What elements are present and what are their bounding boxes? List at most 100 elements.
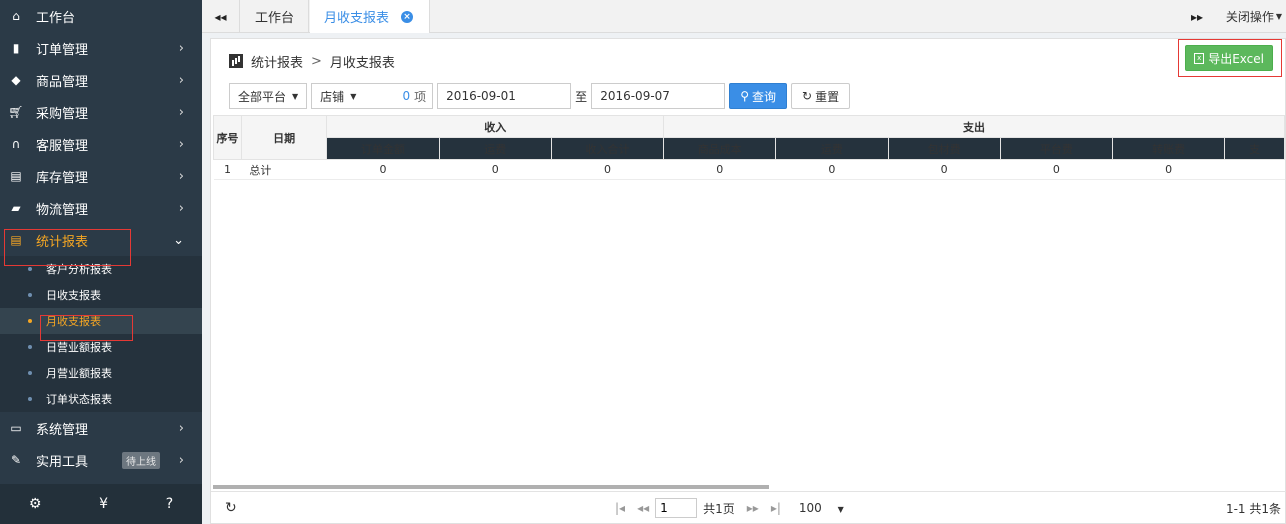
cell-index: 1	[213, 159, 242, 180]
chevron-right-icon: ›	[178, 200, 184, 216]
clipboard-icon: ▮	[12, 41, 20, 55]
cell-value: 0	[775, 159, 889, 180]
page-size-value: 100	[798, 501, 822, 515]
scroll-left-icon[interactable]: ◂◂	[202, 0, 240, 33]
tab-monthly-report[interactable]: 月收支报表 ×	[310, 0, 430, 33]
sidebar-subitem-monthly-income[interactable]: 月收支报表	[0, 308, 202, 334]
caret-down-icon: ▼	[350, 91, 357, 101]
sidebar-item-workbench[interactable]: ⌂ 工作台	[0, 0, 202, 32]
truck-icon: ▰	[11, 201, 21, 215]
sidebar: ⌂ 工作台 ▮ 订单管理 › ◆ 商品管理 › 🛒︎ 采购管理 › ∩ 客服管理…	[0, 0, 202, 524]
breadcrumb-parent[interactable]: 统计报表	[251, 52, 303, 71]
pagination-bar: ↻ |◂ ◂◂ 共1页 ▸▸ ▸| 100 ▼ 1-1 共1条	[211, 491, 1286, 523]
col-goods-cost: 商品成本	[663, 137, 777, 160]
cell-value: 0	[663, 159, 776, 180]
filter-bar: 全部平台 ▼ 店铺 ▼ 0 项 至 ⚲ 查询 ↻ 重置	[229, 83, 851, 109]
reset-label: 重置	[815, 89, 840, 104]
caret-down-icon: ▼	[292, 91, 299, 101]
last-page-icon[interactable]: ▸|	[771, 501, 781, 515]
help-icon[interactable]: ?	[166, 496, 173, 512]
sidebar-item-label: 物流管理	[36, 202, 89, 218]
export-label: 导出Excel	[1208, 51, 1264, 66]
platform-value: 全部平台	[238, 89, 287, 104]
sidebar-item-inventory[interactable]: ▤ 库存管理 ›	[0, 160, 202, 192]
report-table: 序号 日期 收入 支出 订单金额 运费 收入合计 商品成本 运费 包材费 平台费…	[213, 115, 1285, 485]
chevron-right-icon: ›	[178, 72, 184, 88]
sidebar-item-label: 统计报表	[36, 234, 89, 250]
cell-value	[1224, 159, 1285, 180]
cart-icon: 🛒︎	[8, 105, 24, 119]
col-expense-more: 支	[1224, 137, 1285, 160]
sidebar-subitem-daily-income[interactable]: 日收支报表	[0, 282, 202, 308]
chevron-down-icon: ⌄	[173, 232, 184, 248]
wrench-icon: ✎	[10, 453, 22, 467]
cell-value: 0	[551, 159, 664, 180]
date-to-input[interactable]	[591, 83, 726, 109]
sidebar-subitem-monthly-revenue[interactable]: 月营业额报表	[0, 360, 202, 386]
shop-unit: 项	[414, 89, 427, 104]
refresh-icon[interactable]: ↻	[225, 500, 237, 516]
gear-icon[interactable]: ⚙	[29, 496, 42, 512]
page-input[interactable]	[655, 498, 698, 518]
chevron-right-icon: ›	[178, 136, 184, 152]
sidebar-item-reports[interactable]: ▤ 统计报表 ⌄	[0, 224, 202, 256]
report-icon: ▤	[10, 233, 22, 247]
sidebar-item-tools[interactable]: ✎ 实用工具 待上线 ›	[0, 444, 202, 476]
col-transfer-fee: 转账费	[1112, 137, 1226, 160]
export-excel-button[interactable]: x 导出Excel	[1185, 45, 1273, 71]
sidebar-item-label: 实用工具	[36, 454, 89, 470]
gift-icon: ◆	[11, 73, 21, 87]
refresh-icon: ↻	[802, 89, 813, 103]
pager-controls: |◂ ◂◂ 共1页 ▸▸ ▸| 100 ▼	[609, 497, 856, 519]
cell-value: 0	[1112, 159, 1225, 180]
sidebar-subitem-customer-analysis[interactable]: 客户分析报表	[0, 256, 202, 282]
breadcrumb-current: 月收支报表	[329, 55, 395, 71]
sidebar-item-products[interactable]: ◆ 商品管理 ›	[0, 64, 202, 96]
sidebar-subitem-order-status[interactable]: 订单状态报表	[0, 386, 202, 412]
cell-value: 0	[1000, 159, 1113, 180]
shop-select[interactable]: 店铺 ▼ 0 项	[311, 83, 434, 109]
page-size-select[interactable]: 100 ▼	[793, 501, 850, 515]
horizontal-scrollbar[interactable]	[213, 485, 769, 489]
date-from-input[interactable]	[437, 83, 572, 109]
prev-page-icon[interactable]: ◂◂	[637, 501, 649, 515]
yen-icon[interactable]: ¥	[99, 496, 108, 512]
caret-down-icon: ▼	[837, 505, 844, 514]
close-ops-dropdown[interactable]: 关闭操作 ▼	[1226, 0, 1282, 33]
tab-label: 工作台	[255, 11, 295, 26]
print-icon: ▤	[10, 169, 22, 183]
chevron-right-icon: ›	[178, 452, 184, 468]
chevron-right-icon: ›	[178, 40, 184, 56]
close-icon[interactable]: ×	[401, 10, 414, 23]
cell-date: 总计	[241, 159, 327, 180]
sidebar-item-logistics[interactable]: ▰ 物流管理 ›	[0, 192, 202, 224]
next-page-icon[interactable]: ▸▸	[747, 501, 759, 515]
table-row[interactable]: 1 总计 0 0 0 0 0 0 0 0	[213, 159, 1285, 180]
breadcrumb: 统计报表 > 月收支报表	[229, 49, 395, 73]
sidebar-item-system[interactable]: ▭ 系统管理 ›	[0, 412, 202, 444]
sidebar-subitem-daily-revenue[interactable]: 日营业额报表	[0, 334, 202, 360]
col-platform-fee: 平台费	[999, 137, 1114, 160]
excel-icon: x	[1194, 52, 1205, 64]
col-freight-income: 运费	[438, 137, 552, 160]
first-page-icon[interactable]: |◂	[615, 501, 625, 515]
col-packaging: 包材费	[887, 137, 1001, 160]
sidebar-item-label: 库存管理	[36, 170, 89, 186]
col-freight-expense: 运费	[775, 137, 889, 160]
chevron-right-icon: ›	[178, 168, 184, 184]
query-button[interactable]: ⚲ 查询	[729, 83, 787, 109]
tab-workbench[interactable]: 工作台	[241, 0, 310, 33]
chart-icon	[229, 54, 243, 68]
tab-label: 月收支报表	[324, 11, 390, 26]
col-index: 序号	[213, 115, 242, 160]
reset-button[interactable]: ↻ 重置	[791, 83, 851, 109]
sidebar-item-purchase[interactable]: 🛒︎ 采购管理 ›	[0, 96, 202, 128]
platform-select[interactable]: 全部平台 ▼	[229, 83, 308, 109]
sidebar-item-label: 商品管理	[36, 74, 89, 90]
close-ops-label: 关闭操作	[1225, 10, 1274, 24]
sidebar-item-orders[interactable]: ▮ 订单管理 ›	[0, 32, 202, 64]
scroll-right-icon[interactable]: ▸▸	[1178, 0, 1216, 33]
tab-bar: ◂◂ 工作台 月收支报表 × ▸▸ 关闭操作 ▼	[202, 0, 1286, 33]
query-label: 查询	[751, 89, 776, 104]
sidebar-item-service[interactable]: ∩ 客服管理 ›	[0, 128, 202, 160]
